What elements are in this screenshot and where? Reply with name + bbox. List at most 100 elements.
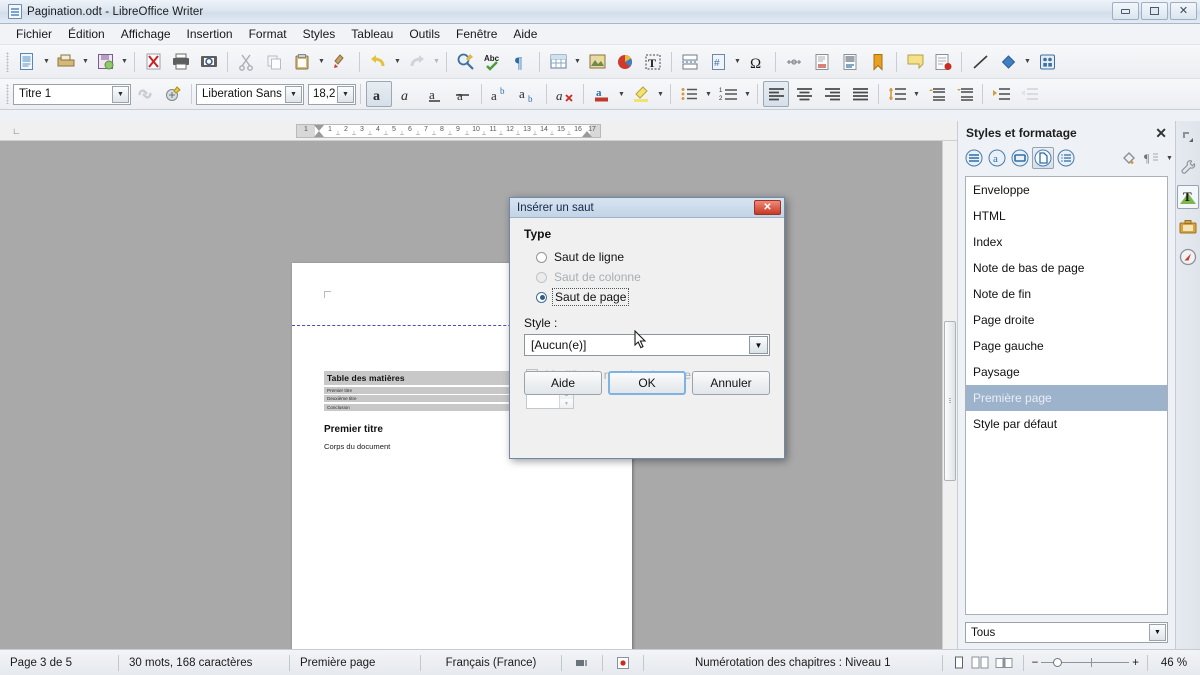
track-changes-icon[interactable] <box>930 49 956 75</box>
spinner-down-icon[interactable]: ▼ <box>560 399 573 408</box>
ordered-list-button[interactable]: 12 <box>715 81 741 107</box>
font-size-combobox[interactable]: 18,2 ▼ <box>308 84 356 105</box>
new-style-from-selection-icon[interactable]: ¶ <box>1141 147 1163 169</box>
paragraph-styles-icon[interactable] <box>963 147 985 169</box>
clear-formatting-button[interactable]: a <box>552 81 578 107</box>
status-word-count[interactable]: 30 mots, 168 caractères <box>119 655 289 671</box>
basic-shapes-icon[interactable] <box>995 49 1021 75</box>
superscript-button[interactable]: ab <box>487 81 513 107</box>
chevron-down-icon[interactable]: ▼ <box>337 86 354 103</box>
navigator-icon[interactable] <box>1177 245 1199 269</box>
menu-insertion[interactable]: Insertion <box>179 25 241 43</box>
radio-line-break[interactable]: Saut de ligne <box>524 247 770 267</box>
help-button[interactable]: Aide <box>524 371 602 395</box>
zoom-in-button[interactable]: + <box>1132 657 1139 669</box>
insert-line-icon[interactable] <box>967 49 993 75</box>
paragraph-style-combobox[interactable]: Titre 1 ▼ <box>13 84 131 105</box>
menu-aide[interactable]: Aide <box>505 25 545 43</box>
style-list-item[interactable]: Note de fin <box>966 281 1167 307</box>
line-spacing-button[interactable] <box>884 81 910 107</box>
increase-paragraph-spacing-button[interactable] <box>923 81 949 107</box>
basic-shapes-dropdown-icon[interactable]: ▼ <box>1022 49 1033 75</box>
chevron-down-icon[interactable]: ▼ <box>285 86 302 103</box>
highlighting-color-button[interactable] <box>628 81 654 107</box>
chevron-down-icon[interactable]: ▼ <box>112 86 129 103</box>
radio-indicator[interactable] <box>536 272 547 283</box>
copy-icon[interactable] <box>261 49 287 75</box>
find-replace-icon[interactable] <box>452 49 478 75</box>
align-right-button[interactable] <box>819 81 845 107</box>
insert-field-dropdown-icon[interactable]: ▼ <box>732 49 743 75</box>
spelling-icon[interactable]: Abc <box>480 49 506 75</box>
menu-fichier[interactable]: Fichier <box>8 25 60 43</box>
export-pdf-icon[interactable] <box>140 49 166 75</box>
line-spacing-dropdown-icon[interactable]: ▼ <box>911 81 922 107</box>
status-page-style[interactable]: Première page <box>290 655 420 671</box>
maximize-button[interactable] <box>1141 2 1168 20</box>
save-document-dropdown-icon[interactable]: ▼ <box>119 49 130 75</box>
close-button[interactable]: ✕ <box>1170 2 1197 20</box>
paste-dropdown-icon[interactable]: ▼ <box>316 49 327 75</box>
single-page-view-icon[interactable] <box>953 656 965 669</box>
new-document-dropdown-icon[interactable]: ▼ <box>41 49 52 75</box>
style-list-item[interactable]: Page gauche <box>966 333 1167 359</box>
toolbar-grip[interactable] <box>6 84 9 104</box>
show-draw-functions-icon[interactable] <box>1034 49 1060 75</box>
character-styles-icon[interactable]: a <box>986 147 1008 169</box>
page-styles-icon[interactable] <box>1032 147 1054 169</box>
ok-button[interactable]: OK <box>608 371 686 395</box>
new-style-icon[interactable] <box>160 81 186 107</box>
chevron-down-icon[interactable]: ▼ <box>1164 145 1175 171</box>
insert-field-icon[interactable]: # <box>705 49 731 75</box>
insert-text-box-icon[interactable]: T <box>640 49 666 75</box>
insert-table-dropdown-icon[interactable]: ▼ <box>572 49 583 75</box>
sidebar-settings-icon[interactable] <box>1177 125 1199 149</box>
style-list-item[interactable]: Page droite <box>966 307 1167 333</box>
tab-stop-selector-icon[interactable]: ∟ <box>12 126 21 136</box>
insert-chart-icon[interactable] <box>612 49 638 75</box>
unordered-list-button[interactable] <box>676 81 702 107</box>
strikethrough-button[interactable]: a <box>450 81 476 107</box>
right-indent-marker[interactable] <box>582 131 592 137</box>
style-list-item[interactable]: Style par défaut <box>966 411 1167 437</box>
chevron-down-icon[interactable]: ▼ <box>1149 624 1166 641</box>
styles-list[interactable]: Enveloppe HTML Index Note de bas de page… <box>965 176 1168 615</box>
toolbar-grip[interactable] <box>6 52 9 72</box>
book-view-icon[interactable] <box>995 656 1013 669</box>
font-color-button[interactable]: a <box>589 81 615 107</box>
style-list-item-selected[interactable]: Première page <box>966 385 1167 411</box>
bold-button[interactable]: a <box>366 81 392 107</box>
chevron-down-icon[interactable]: ▼ <box>749 336 768 354</box>
new-document-icon[interactable] <box>14 49 40 75</box>
unsaved-changes-icon[interactable] <box>603 655 643 671</box>
selection-mode-icon[interactable] <box>562 655 602 671</box>
unordered-list-dropdown-icon[interactable]: ▼ <box>703 81 714 107</box>
highlighting-color-dropdown-icon[interactable]: ▼ <box>655 81 666 107</box>
cancel-button[interactable]: Annuler <box>692 371 770 395</box>
menu-affichage[interactable]: Affichage <box>113 25 179 43</box>
properties-icon[interactable] <box>1177 155 1199 179</box>
fill-format-mode-icon[interactable] <box>1118 147 1140 169</box>
print-icon[interactable] <box>168 49 194 75</box>
increase-indent-button[interactable] <box>988 81 1014 107</box>
menu-fenetre[interactable]: Fenêtre <box>448 25 505 43</box>
insert-table-icon[interactable] <box>545 49 571 75</box>
subscript-button[interactable]: ab <box>515 81 541 107</box>
paste-icon[interactable] <box>289 49 315 75</box>
insert-endnote-icon[interactable] <box>837 49 863 75</box>
radio-indicator[interactable] <box>536 252 547 263</box>
styles-icon[interactable]: T <box>1177 185 1199 209</box>
style-list-item[interactable]: Paysage <box>966 359 1167 385</box>
frame-styles-icon[interactable] <box>1009 147 1031 169</box>
menu-format[interactable]: Format <box>241 25 295 43</box>
align-center-button[interactable] <box>791 81 817 107</box>
insert-comment-icon[interactable] <box>902 49 928 75</box>
insert-footnote-icon[interactable] <box>809 49 835 75</box>
decrease-paragraph-spacing-button[interactable] <box>951 81 977 107</box>
menu-edition[interactable]: Édition <box>60 25 113 43</box>
multi-page-view-icon[interactable] <box>971 656 989 669</box>
zoom-knob[interactable] <box>1053 658 1062 667</box>
print-preview-icon[interactable] <box>196 49 222 75</box>
cut-icon[interactable] <box>233 49 259 75</box>
font-name-combobox[interactable]: Liberation Sans ▼ <box>196 84 304 105</box>
